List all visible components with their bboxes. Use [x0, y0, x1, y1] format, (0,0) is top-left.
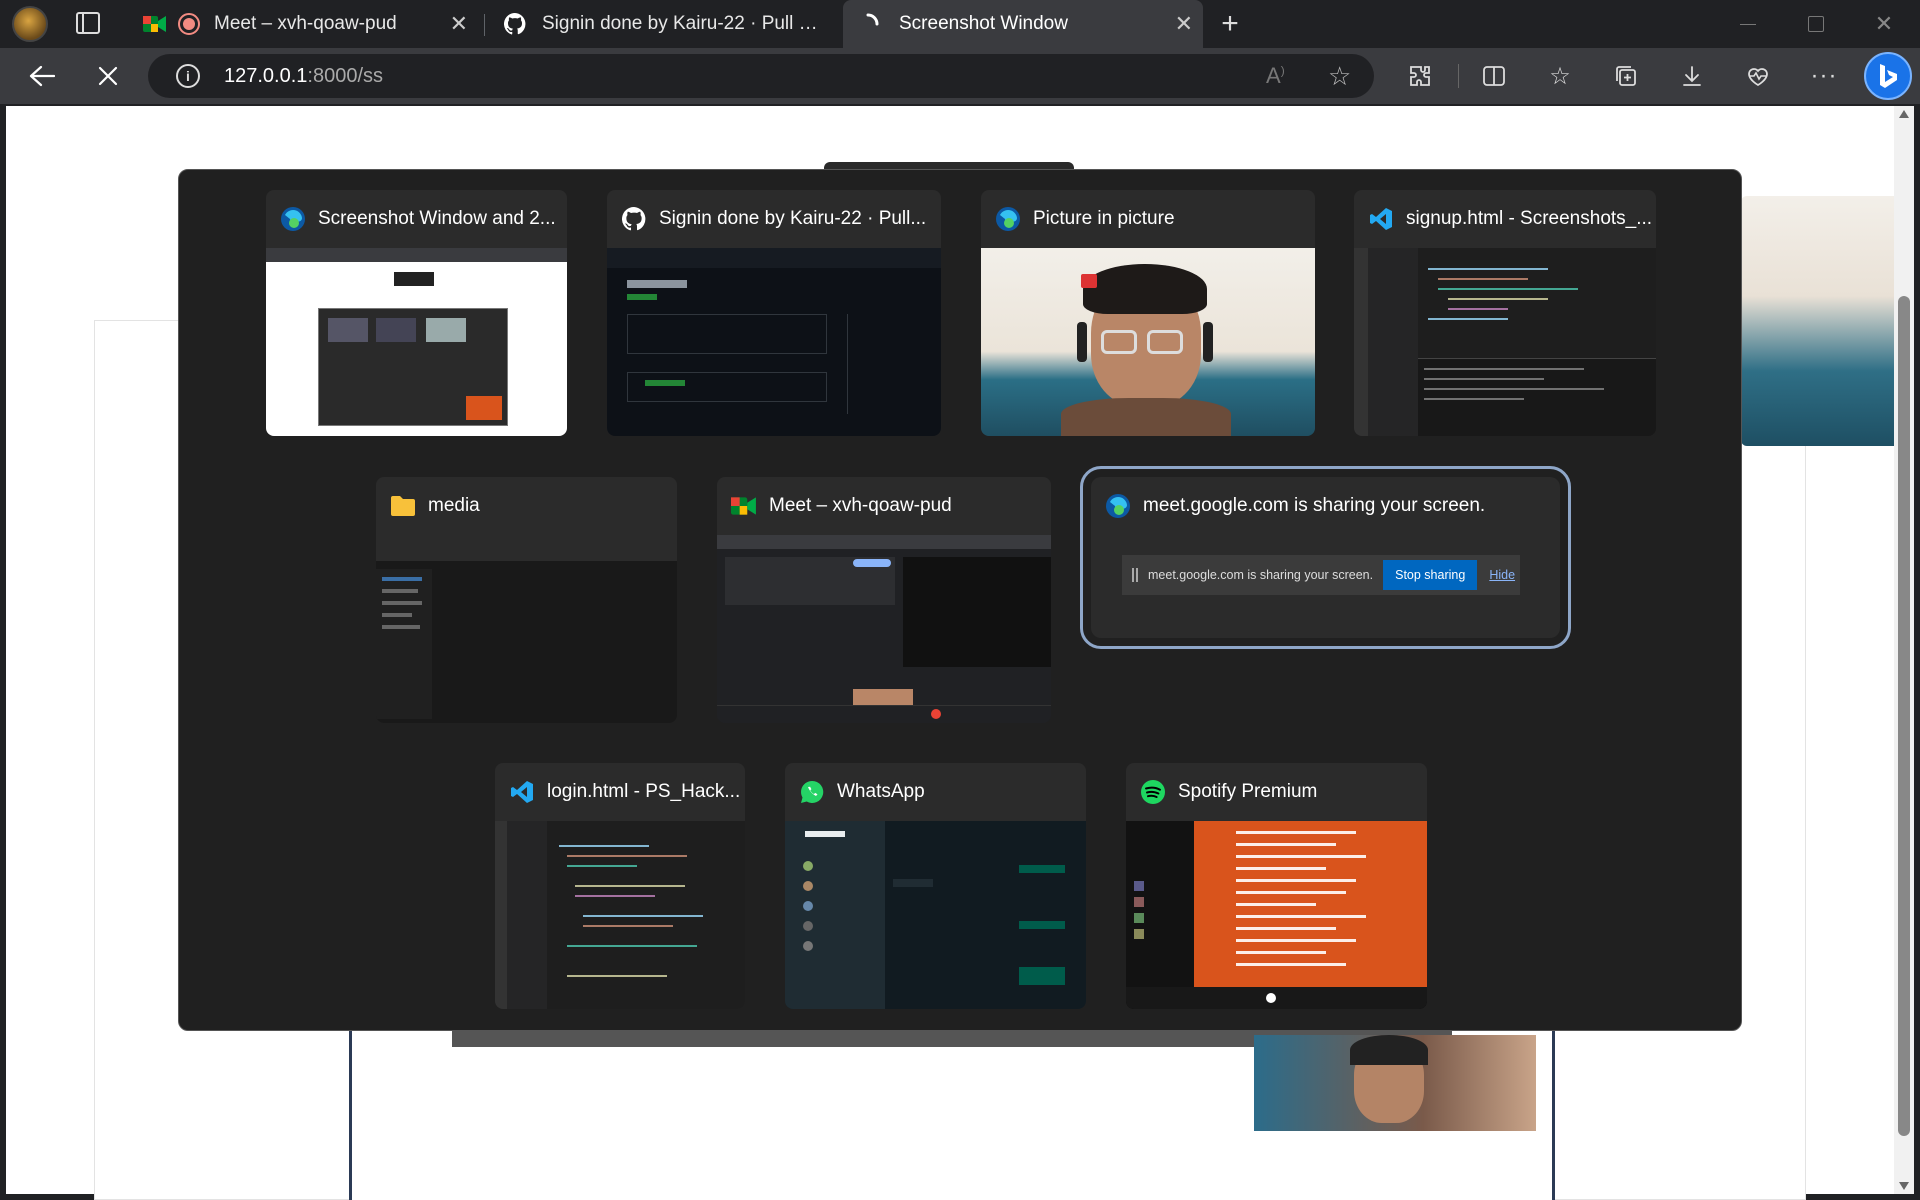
back-button[interactable] [24, 58, 60, 94]
address-bar[interactable]: i 127.0.0.1:8000/ss A) ☆ [148, 54, 1374, 98]
site-info-icon[interactable]: i [176, 64, 200, 88]
close-icon [98, 66, 118, 86]
address-url[interactable]: 127.0.0.1:8000/ss [224, 65, 383, 88]
close-icon: ✕ [1874, 11, 1894, 36]
edge-icon [995, 206, 1021, 232]
window-card-spotify[interactable]: Spotify Premium [1126, 763, 1427, 1009]
sharing-text: meet.google.com is sharing your screen. [1148, 568, 1374, 582]
tab-title: Signin done by Kairu-22 · Pull Re [542, 13, 818, 34]
split-screen-icon[interactable] [1476, 58, 1512, 94]
window-thumbnail [1354, 248, 1656, 436]
recording-icon [178, 13, 200, 35]
downloads-icon[interactable] [1674, 58, 1710, 94]
window-thumbnail [376, 535, 677, 723]
extensions-icon[interactable] [1402, 58, 1438, 94]
tab-bar: Meet – xvh-qoaw-pud ✕ Signin done by Kai… [0, 0, 1920, 48]
close-window-button[interactable]: ✕ [1864, 8, 1904, 40]
window-card-screenshot[interactable]: Screenshot Window and 2... [266, 190, 567, 436]
window-card-vscode-signup[interactable]: signup.html - Screenshots_... [1354, 190, 1656, 436]
window-title: signup.html - Screenshots_... [1406, 208, 1653, 229]
window-card-meet[interactable]: Meet – xvh-qoaw-pud [717, 477, 1051, 723]
window-title: login.html - PS_Hack... [547, 781, 741, 802]
github-icon [621, 206, 647, 232]
stop-loading-button[interactable] [90, 58, 126, 94]
whatsapp-icon [799, 779, 825, 805]
window-picker-dialog: Screenshot Window and 2... Signin done b… [178, 169, 1742, 1031]
favorites-icon[interactable]: ☆ [1542, 58, 1578, 94]
pip-partial-preview [1741, 196, 1896, 446]
back-arrow-icon [29, 65, 55, 87]
navigation-toolbar: i 127.0.0.1:8000/ss A) ☆ ☆ ··· [0, 48, 1920, 104]
close-tab-icon[interactable]: ✕ [450, 11, 468, 37]
window-thumbnail [607, 248, 941, 436]
window-card-sharing-bar[interactable]: meet.google.com is sharing your screen. … [1080, 466, 1571, 649]
window-thumbnail [785, 821, 1086, 1009]
folder-icon [390, 493, 416, 519]
close-tab-icon[interactable]: ✕ [1175, 11, 1193, 37]
scroll-down-icon[interactable] [1899, 1182, 1909, 1190]
window-title: media [428, 495, 480, 516]
window-card-media-folder[interactable]: media [376, 477, 677, 723]
edge-icon [280, 206, 306, 232]
more-options-icon[interactable]: ··· [1806, 58, 1842, 94]
edge-icon [1105, 493, 1131, 519]
tab-actions-icon[interactable] [76, 12, 100, 34]
vscode-icon [509, 779, 535, 805]
page-scrollbar[interactable] [1894, 106, 1914, 1194]
window-thumbnail [981, 248, 1315, 436]
window-title: Picture in picture [1033, 208, 1175, 229]
window-title: meet.google.com is sharing your screen. [1143, 495, 1486, 516]
url-path: :8000/ss [307, 64, 384, 87]
window-title: WhatsApp [837, 781, 925, 802]
read-aloud-icon[interactable]: A) [1266, 63, 1285, 89]
loading-icon [855, 11, 881, 37]
window-title: Meet – xvh-qoaw-pud [769, 495, 952, 516]
new-tab-button[interactable]: + [1212, 6, 1248, 42]
window-card-picture-in-picture[interactable]: Picture in picture [981, 190, 1315, 436]
background-preview [349, 1026, 1555, 1200]
maximize-button[interactable] [1796, 8, 1836, 40]
window-thumbnail [495, 821, 745, 1009]
google-meet-icon [731, 493, 757, 519]
window-card-vscode-login[interactable]: login.html - PS_Hack... [495, 763, 745, 1009]
url-host: 127.0.0.1 [224, 64, 308, 87]
window-thumbnail [266, 248, 567, 436]
sharing-bar: meet.google.com is sharing your screen. … [1122, 555, 1520, 595]
window-title: Screenshot Window and 2... [318, 208, 556, 229]
tab-title: Screenshot Window [899, 13, 1068, 34]
github-icon [502, 11, 528, 37]
camera-preview [1254, 1035, 1536, 1131]
window-card-whatsapp[interactable]: WhatsApp [785, 763, 1086, 1009]
window-thumbnail [1126, 821, 1427, 1009]
bing-copilot-icon[interactable] [1864, 52, 1912, 100]
tab-meet[interactable]: Meet – xvh-qoaw-pud ✕ [130, 4, 478, 44]
tab-title: Meet – xvh-qoaw-pud [214, 13, 397, 34]
minimize-button[interactable] [1728, 8, 1768, 40]
scroll-thumb[interactable] [1898, 296, 1910, 1136]
spotify-icon [1140, 779, 1166, 805]
google-meet-icon [142, 11, 168, 37]
scroll-up-icon[interactable] [1899, 110, 1909, 118]
tab-github[interactable]: Signin done by Kairu-22 · Pull Re [490, 4, 838, 44]
stop-sharing-button[interactable]: Stop sharing [1383, 560, 1478, 590]
window-card-github[interactable]: Signin done by Kairu-22 · Pull... [607, 190, 941, 436]
window-title: Signin done by Kairu-22 · Pull... [659, 208, 927, 229]
collections-icon[interactable] [1608, 58, 1644, 94]
hide-link[interactable]: Hide [1489, 568, 1515, 582]
tab-screenshot-window[interactable]: Screenshot Window ✕ [843, 0, 1203, 48]
browser-window: Meet – xvh-qoaw-pud ✕ Signin done by Kai… [0, 0, 1920, 1200]
favorite-star-icon[interactable]: ☆ [1328, 61, 1351, 92]
window-thumbnail [717, 535, 1051, 723]
vscode-icon [1368, 206, 1394, 232]
profile-avatar[interactable] [12, 6, 48, 42]
performance-icon[interactable] [1740, 58, 1776, 94]
drag-handle-icon[interactable] [1132, 568, 1138, 582]
window-title: Spotify Premium [1178, 781, 1318, 802]
